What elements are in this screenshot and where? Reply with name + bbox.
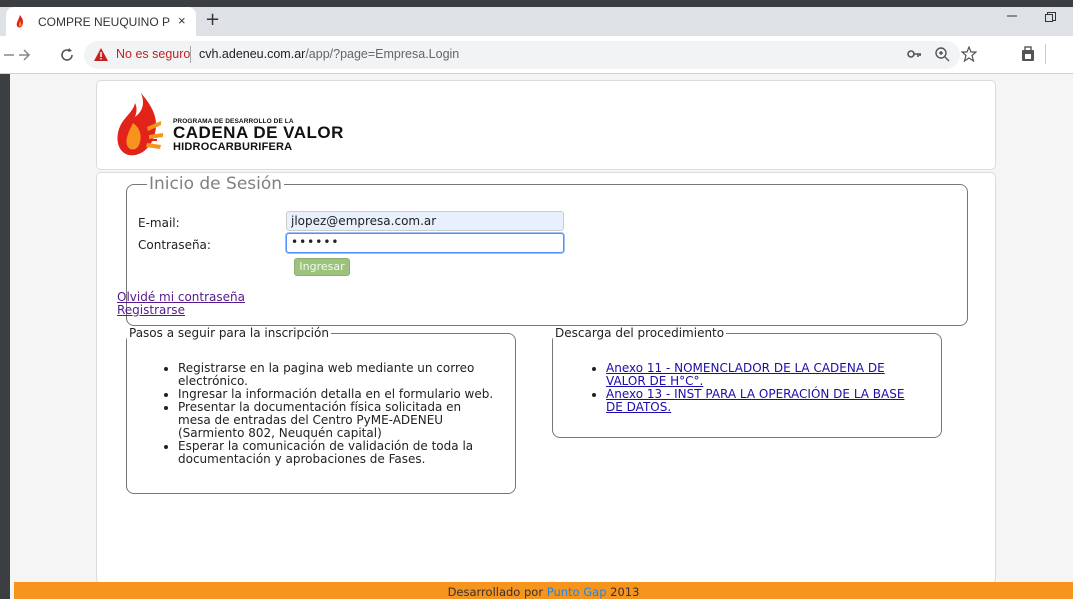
steps-list: Registrarse en la pagina web mediante un… <box>164 362 494 466</box>
page-background: PROGRAMA DE DESARROLLO DE LA CADENA DE V… <box>10 74 1073 599</box>
list-item: Esperar la comunicación de validación de… <box>178 440 494 466</box>
header-card: PROGRAMA DE DESARROLLO DE LA CADENA DE V… <box>96 80 996 170</box>
url-path: /app/?page=Empresa.Login <box>305 47 460 61</box>
zoom-icon[interactable] <box>934 46 950 62</box>
warning-icon <box>94 48 108 61</box>
list-item: Registrarse en la pagina web mediante un… <box>178 362 494 388</box>
password-label: Contraseña: <box>138 238 211 252</box>
flame-logo-icon <box>117 93 163 156</box>
tab-close-icon[interactable]: × <box>178 13 186 28</box>
window-titlebar <box>0 0 1073 7</box>
download-link-anexo-13[interactable]: Anexo 13 - INST PARA LA OPERACIÓN DE LA … <box>606 387 904 414</box>
footer-prefix: Desarrollado por <box>447 585 544 599</box>
key-icon[interactable] <box>906 46 922 62</box>
url-text[interactable]: cvh.adeneu.com.ar/app/?page=Empresa.Logi… <box>199 47 459 61</box>
tab-title: COMPRE NEUQUINO PETROLERO <box>38 15 170 29</box>
tab-strip: COMPRE NEUQUINO PETROLERO × + <box>0 0 1073 36</box>
email-field[interactable] <box>286 211 564 231</box>
forward-icon[interactable] <box>14 46 32 64</box>
downloads-legend: Descarga del procedimiento <box>555 326 725 340</box>
extension-icon[interactable] <box>1020 46 1036 62</box>
security-label[interactable]: No es seguro <box>116 47 190 61</box>
minimize-icon[interactable] <box>1006 10 1018 22</box>
address-divider <box>190 46 191 63</box>
forgot-password-link[interactable]: Olvidé mi contraseña <box>117 290 245 304</box>
browser-tab[interactable]: COMPRE NEUQUINO PETROLERO × <box>6 7 196 36</box>
steps-legend: Pasos a seguir para la inscripción <box>129 326 329 340</box>
password-field[interactable]: •••••• <box>286 233 564 253</box>
window-edge <box>0 74 10 599</box>
address-bar[interactable]: No es seguro cvh.adeneu.com.ar/app/?page… <box>84 41 960 69</box>
register-link[interactable]: Registrarse <box>117 303 185 317</box>
url-host: cvh.adeneu.com.ar <box>199 47 306 61</box>
download-link-anexo-11[interactable]: Anexo 11 - NOMENCLADOR DE LA CADENA DE V… <box>606 361 885 388</box>
list-item: Anexo 11 - NOMENCLADOR DE LA CADENA DE V… <box>606 362 912 388</box>
toolbar-divider <box>1045 44 1046 64</box>
footer-brand-link[interactable]: Punto Gap <box>547 585 607 599</box>
downloads-list: Anexo 11 - NOMENCLADOR DE LA CADENA DE V… <box>592 362 912 414</box>
new-tab-icon[interactable]: + <box>205 11 220 29</box>
reload-icon[interactable] <box>58 46 76 64</box>
login-button[interactable]: Ingresar <box>294 258 350 276</box>
login-legend: Inicio de Sesión <box>149 174 283 194</box>
logo-wordmark: PROGRAMA DE DESARROLLO DE LA CADENA DE V… <box>173 118 344 153</box>
list-item: Presentar la documentación física solici… <box>178 401 494 440</box>
email-label: E-mail: <box>138 216 180 230</box>
page-footer: Desarrollado por Punto Gap 2013 <box>14 582 1073 599</box>
flame-favicon-icon <box>16 15 24 28</box>
restore-icon[interactable] <box>1045 12 1056 23</box>
star-icon[interactable] <box>961 46 977 62</box>
list-item: Anexo 13 - INST PARA LA OPERACIÓN DE LA … <box>606 388 912 414</box>
footer-year: 2013 <box>610 585 640 599</box>
